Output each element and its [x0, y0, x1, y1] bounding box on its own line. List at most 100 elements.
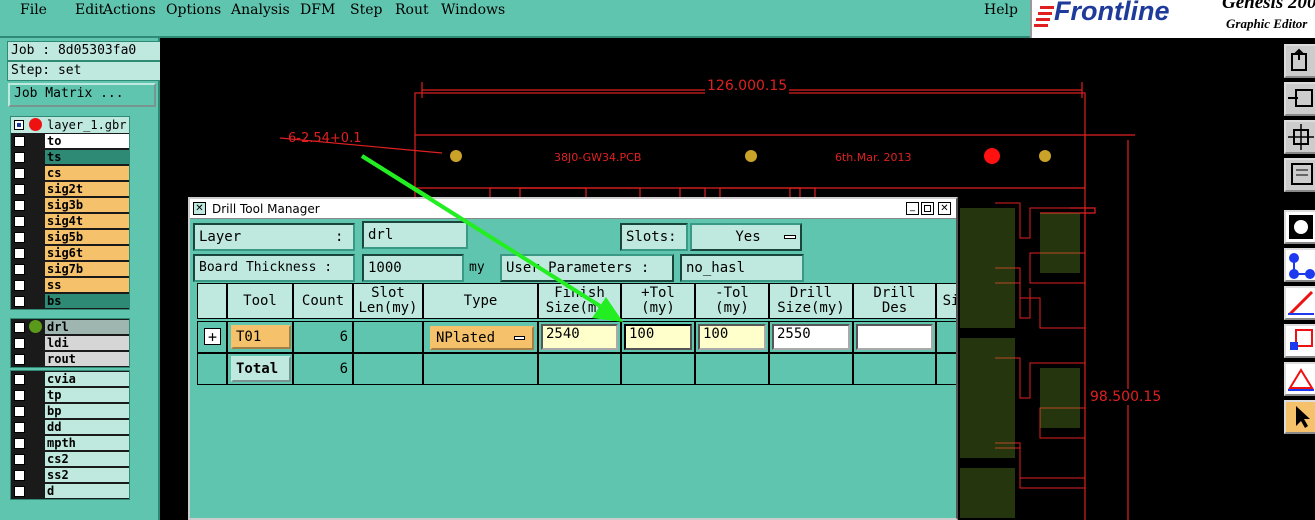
- pad-icon: [745, 150, 757, 162]
- menu-analysis[interactable]: Analysis: [231, 2, 290, 18]
- layer-row-mpth[interactable]: mpth: [11, 435, 129, 451]
- layer-row-ldi[interactable]: ldi: [11, 335, 129, 351]
- layer-row-cs2[interactable]: cs2: [11, 451, 129, 467]
- layer-name: cs2: [45, 452, 129, 466]
- layer-row-sig6t[interactable]: sig6t: [11, 245, 129, 261]
- menu-edit[interactable]: Edit: [75, 2, 104, 18]
- minus-tol-cell: 100: [695, 321, 769, 353]
- menu-dfm[interactable]: DFM: [300, 2, 335, 18]
- layer-checkbox[interactable]: [14, 406, 25, 417]
- layer-checkbox[interactable]: [14, 136, 25, 147]
- finish-size-input[interactable]: 2540: [541, 324, 618, 350]
- layer-row-sig2t[interactable]: sig2t: [11, 181, 129, 197]
- layer-checkbox[interactable]: [14, 200, 25, 211]
- minimize-icon[interactable]: _: [906, 202, 919, 215]
- layer-checkbox[interactable]: [14, 152, 25, 163]
- table-cell: [621, 353, 695, 385]
- total-cell: Total: [227, 353, 293, 385]
- layer-checkbox[interactable]: [14, 322, 25, 333]
- export-icon[interactable]: [1284, 44, 1315, 78]
- layer-row-to[interactable]: to: [11, 133, 129, 149]
- minus-tol-input[interactable]: 100: [698, 324, 766, 350]
- triangle-tool-icon[interactable]: [1284, 362, 1315, 396]
- layer-checkbox[interactable]: [14, 216, 25, 227]
- menu-options[interactable]: Options: [166, 2, 221, 18]
- dialog-titlebar[interactable]: ✕ Drill Tool Manager _ ✕: [190, 199, 956, 219]
- layer-checkbox[interactable]: [14, 232, 25, 243]
- layer-input[interactable]: drl: [362, 221, 468, 249]
- maximize-icon[interactable]: [921, 202, 934, 215]
- layer-row-ss2[interactable]: ss2: [11, 467, 129, 483]
- layer-row-rout[interactable]: rout: [11, 351, 129, 367]
- slots-dropdown[interactable]: Yes: [690, 223, 802, 251]
- layer-row-sig5b[interactable]: sig5b: [11, 229, 129, 245]
- layer-checkbox[interactable]: [14, 470, 25, 481]
- line-tool-icon[interactable]: [1284, 286, 1315, 320]
- menu-step[interactable]: Step: [350, 2, 382, 18]
- pad-tool-icon[interactable]: [1284, 324, 1315, 358]
- menu-actions[interactable]: Actions: [103, 2, 156, 18]
- layer-row-cvia[interactable]: cvia: [11, 371, 129, 387]
- brand-name: Frontline: [1054, 0, 1170, 26]
- layer-checkbox[interactable]: [14, 454, 25, 465]
- layer-row-sig7b[interactable]: sig7b: [11, 261, 129, 277]
- close-icon[interactable]: ✕: [938, 202, 951, 215]
- layer-row-d[interactable]: d: [11, 483, 129, 499]
- layer-name: sig4t: [45, 214, 129, 228]
- layer-checkbox[interactable]: [14, 338, 25, 349]
- layer-checkbox[interactable]: [14, 354, 25, 365]
- layer-row-dd[interactable]: dd: [11, 419, 129, 435]
- header-checkbox[interactable]: [14, 120, 24, 130]
- circle-tool-icon[interactable]: [1284, 210, 1315, 244]
- layer-row-bs[interactable]: bs: [11, 293, 129, 309]
- layer-checkbox[interactable]: [14, 168, 25, 179]
- menu-rout[interactable]: Rout: [395, 2, 429, 18]
- table-cell: [769, 353, 853, 385]
- layer-checkbox[interactable]: [14, 422, 25, 433]
- net-tool-icon[interactable]: [1284, 248, 1315, 282]
- layer-name: bp: [45, 404, 129, 418]
- layer-checkbox[interactable]: [14, 248, 25, 259]
- layer-row-ts[interactable]: ts: [11, 149, 129, 165]
- layer-checkbox[interactable]: [14, 264, 25, 275]
- job-matrix-button[interactable]: Job Matrix ...: [8, 83, 156, 107]
- dropdown-indicator-icon: [784, 235, 796, 239]
- layer-row-drl[interactable]: drl: [11, 319, 129, 335]
- layer-name: mpth: [45, 436, 129, 450]
- menu-bar: File Edit Actions Options Analysis DFM S…: [0, 0, 1030, 38]
- window-menu-icon[interactable]: ✕: [193, 202, 206, 215]
- layer-checkbox[interactable]: [14, 280, 25, 291]
- import-icon[interactable]: [1284, 82, 1315, 116]
- menu-windows[interactable]: Windows: [441, 2, 505, 18]
- drill-des-input[interactable]: [856, 324, 933, 350]
- layer-checkbox[interactable]: [14, 390, 25, 401]
- menu-help[interactable]: Help: [984, 2, 1018, 18]
- layer-checkbox[interactable]: [14, 438, 25, 449]
- user-parameters-button[interactable]: User Parameters :: [500, 254, 674, 282]
- tool-button[interactable]: T01: [231, 325, 291, 349]
- layer-row-sig3b[interactable]: sig3b: [11, 197, 129, 213]
- menu-file[interactable]: File: [20, 2, 47, 18]
- layer-checkbox[interactable]: [14, 486, 25, 497]
- layer-row-ss[interactable]: ss: [11, 277, 129, 293]
- layer-file-header[interactable]: layer_1.gbr: [11, 117, 129, 133]
- layer-row-cs[interactable]: cs: [11, 165, 129, 181]
- selected-pad-icon: [984, 148, 1000, 164]
- plus-tol-input[interactable]: 100: [624, 324, 692, 350]
- layer-checkbox[interactable]: [14, 184, 25, 195]
- board-thickness-input[interactable]: 1000: [362, 254, 464, 282]
- total-button[interactable]: Total: [231, 356, 291, 382]
- pointer-tool-icon[interactable]: [1284, 400, 1315, 434]
- layer-checkbox[interactable]: [14, 374, 25, 385]
- layer-list-drill: drl ldi rout: [10, 318, 130, 368]
- expand-icon[interactable]: +: [204, 328, 221, 345]
- layer-checkbox[interactable]: [14, 296, 25, 307]
- user-parameters-input[interactable]: no_hasl: [680, 254, 804, 282]
- properties-icon[interactable]: [1284, 158, 1315, 192]
- type-dropdown[interactable]: NPlated: [430, 326, 534, 350]
- layer-row-sig4t[interactable]: sig4t: [11, 213, 129, 229]
- layer-row-tp[interactable]: tp: [11, 387, 129, 403]
- drill-size-input[interactable]: 2550: [772, 324, 850, 350]
- fit-view-icon[interactable]: [1284, 120, 1315, 154]
- layer-row-bp[interactable]: bp: [11, 403, 129, 419]
